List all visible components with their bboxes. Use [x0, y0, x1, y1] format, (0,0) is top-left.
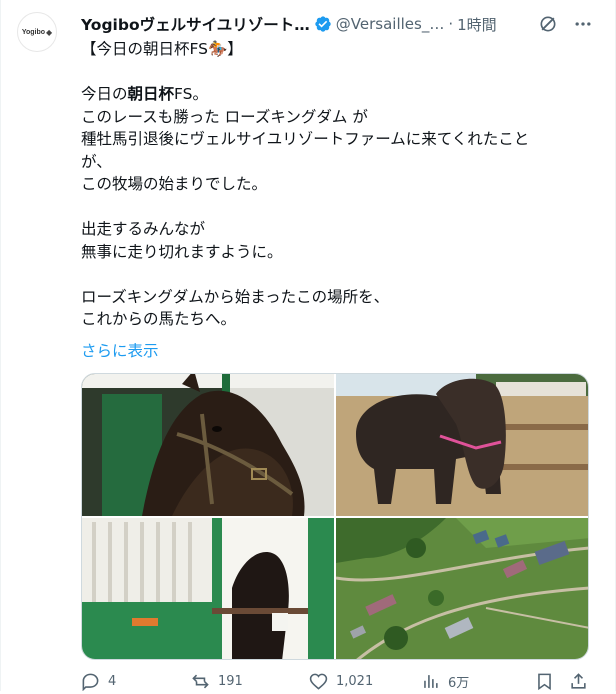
tweet-line: 無事に走り切れますように。: [81, 242, 283, 261]
bookmark-button[interactable]: [535, 672, 562, 691]
tweet-line: ローズキングダムから始まったこの場所を、: [81, 287, 390, 306]
tweet-line: この牧場の始まりでした。: [81, 175, 268, 193]
reply-icon: [82, 673, 99, 691]
tweet-line: が、: [81, 152, 112, 171]
reply-count: 4: [108, 674, 117, 689]
horse-stable-photo[interactable]: [82, 518, 334, 660]
grok-icon[interactable]: [538, 14, 558, 34]
author-handle[interactable]: @Versailles_…: [336, 15, 445, 33]
reply-button[interactable]: 4: [81, 672, 116, 691]
views-button[interactable]: 6万: [421, 672, 469, 691]
repost-count: 191: [218, 674, 243, 689]
tweet-line: これからの馬たちへ。: [81, 310, 237, 328]
tweet-line: 種牡馬引退後にヴェルサイユリゾートファームに来てくれたこと: [81, 130, 530, 148]
share-icon: [571, 673, 586, 689]
like-count: 1,021: [336, 674, 374, 689]
view-count: 6万: [448, 676, 470, 691]
media-grid[interactable]: [81, 373, 589, 660]
heart-icon: [309, 673, 328, 690]
share-button[interactable]: [569, 672, 596, 691]
post-time[interactable]: 1時間: [457, 14, 497, 35]
tweet-line: 今日の朝日杯FS。: [81, 83, 591, 106]
more-options-icon[interactable]: [573, 14, 593, 34]
separator-dot: ·: [448, 15, 454, 33]
repost-button[interactable]: 191: [191, 672, 243, 691]
tweet-header: Yogiboヴェルサイユリゾート… @Versailles_… · 1時間: [81, 12, 591, 36]
horse-logo-icon: ◆: [46, 27, 53, 37]
repost-icon: [192, 674, 209, 689]
tweet-line: 出走するみんなが: [81, 220, 206, 238]
show-more-link[interactable]: さらに表示: [81, 339, 159, 361]
avatar-logo-text: Yogibo: [21, 28, 46, 36]
like-button[interactable]: 1,021: [309, 672, 373, 691]
views-chart-icon: [424, 675, 438, 688]
avatar[interactable]: Yogibo ◆: [17, 12, 57, 52]
tweet-title-line: 【今日の朝日杯FS🏇】: [81, 40, 243, 58]
tweet-text-fragment: 今日の: [81, 85, 128, 103]
author-name[interactable]: Yogiboヴェルサイユリゾート…: [81, 13, 310, 35]
bookmark-icon: [538, 673, 551, 691]
farm-aerial-photo[interactable]: [336, 518, 589, 660]
verified-badge-icon: [315, 16, 331, 32]
horse-closeup-photo[interactable]: [82, 374, 334, 516]
tweet-card[interactable]: Yogibo ◆ Yogiboヴェルサイユリゾート… @Versailles_……: [0, 0, 616, 691]
horse-paddock-photo[interactable]: [336, 374, 589, 516]
tweet-text-fragment: FS。: [174, 85, 209, 103]
tweet-line: このレースも勝った ローズキングダム が: [81, 107, 368, 126]
hashtag-text: 朝日杯: [127, 85, 175, 103]
tweet-text: 【今日の朝日杯FS🏇】 今日の朝日杯FS。 このレースも勝った ローズキングダム…: [81, 38, 591, 331]
